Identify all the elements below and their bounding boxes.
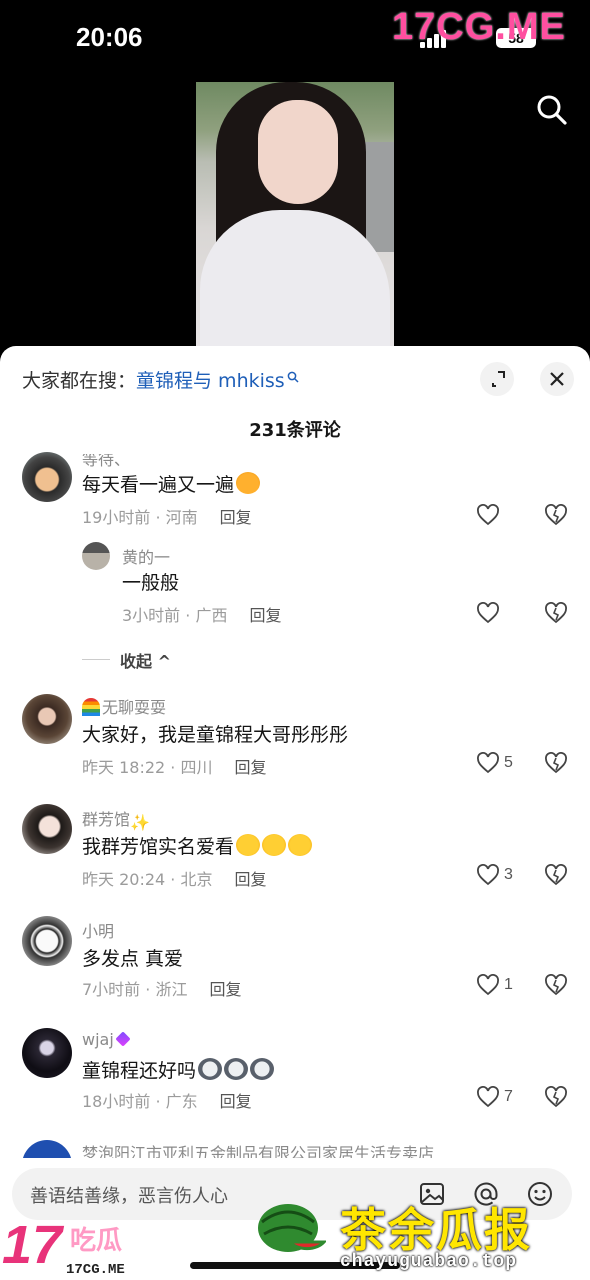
comment-meta: 3小时前 · 广西 回复 xyxy=(122,606,282,625)
comment-text: 每天看一遍又一遍 xyxy=(82,470,261,497)
reply-button[interactable]: 回复 xyxy=(209,980,241,999)
comment-username[interactable]: wjaj xyxy=(82,1030,134,1049)
sparkles-emoji: ✨ xyxy=(130,813,150,832)
expand-icon[interactable] xyxy=(480,362,514,396)
husky-emoji xyxy=(198,1058,223,1080)
reply-button[interactable]: 回复 xyxy=(220,1092,252,1111)
comment-text: 一般般 xyxy=(122,572,180,594)
watermark-top: 17CG.ME xyxy=(392,6,566,48)
comment-username[interactable]: 小明 xyxy=(82,918,114,942)
broken-heart-icon[interactable] xyxy=(544,504,568,526)
reply-button[interactable]: 回复 xyxy=(220,508,252,527)
husky-emoji xyxy=(224,1058,249,1080)
rainbow-emoji xyxy=(82,698,100,716)
like-count: 7 xyxy=(504,1088,513,1105)
comment-count: 231条评论 xyxy=(249,420,341,441)
status-bar: 20:06 58 17CG.ME xyxy=(0,0,590,80)
video-thumbnail[interactable] xyxy=(196,82,394,348)
avatar[interactable] xyxy=(82,542,110,570)
star-struck-emoji xyxy=(236,472,261,494)
like-button[interactable]: 5 xyxy=(476,750,513,776)
like-button[interactable] xyxy=(476,600,500,626)
comment-username[interactable]: 黄的一 xyxy=(122,544,170,568)
avatar[interactable] xyxy=(22,1028,72,1078)
comment-username[interactable]: 无聊耍耍 xyxy=(82,694,166,718)
broken-heart-icon[interactable] xyxy=(544,864,568,886)
comment-text: 童锦程还好吗 xyxy=(82,1056,275,1083)
avatar[interactable] xyxy=(22,804,72,854)
hot-search[interactable]: 大家都在搜：童锦程与 mhkiss xyxy=(22,366,299,393)
comment-text: 我群芳馆实名爱看 xyxy=(82,832,313,859)
watermark-logo-left: 17 吃瓜 17CG.ME xyxy=(2,1215,125,1278)
comment-text: 大家好，我是童锦程大哥彤彤彤 xyxy=(82,724,349,746)
broken-heart-icon[interactable] xyxy=(544,1086,568,1108)
comment-meta: 18小时前 · 广东 回复 xyxy=(82,1092,252,1111)
comment-username[interactable]: 等待、 xyxy=(82,454,130,470)
heart-icon xyxy=(477,602,499,624)
reply-button[interactable]: 回复 xyxy=(234,870,266,889)
like-button[interactable] xyxy=(476,502,504,528)
avatar[interactable] xyxy=(22,694,72,744)
like-button[interactable]: 7 xyxy=(476,1084,513,1110)
dna-emoji xyxy=(115,1031,131,1047)
avatar[interactable] xyxy=(22,452,72,502)
like-button[interactable]: 3 xyxy=(476,862,513,888)
heart-icon xyxy=(477,974,499,996)
like-button[interactable]: 1 xyxy=(476,972,513,998)
tired-face-emoji xyxy=(288,834,313,856)
search-icon[interactable] xyxy=(534,92,570,128)
watermelon-icon xyxy=(258,1204,326,1252)
tired-face-emoji xyxy=(236,834,261,856)
broken-heart-icon[interactable] xyxy=(544,602,568,624)
broken-heart-icon[interactable] xyxy=(544,974,568,996)
husky-emoji xyxy=(250,1058,275,1080)
collapse-button[interactable]: 收起 ^ xyxy=(120,648,171,672)
heart-icon xyxy=(477,1086,499,1108)
watermark-logo-right: 茶余瓜报 chayuguabao.top xyxy=(254,1196,590,1280)
broken-heart-icon[interactable] xyxy=(544,752,568,774)
comment-item[interactable]: 等待、 每天看一遍又一遍 19小时前 · 河南 回复 xyxy=(0,446,590,536)
heart-icon xyxy=(477,864,499,886)
comment-item[interactable]: 无聊耍耍 大家好，我是童锦程大哥彤彤彤 昨天 18:22 · 四川 回复 5 xyxy=(0,692,590,792)
avatar[interactable] xyxy=(22,916,72,966)
comment-meta: 7小时前 · 浙江 回复 xyxy=(82,980,242,999)
close-icon[interactable] xyxy=(540,362,574,396)
comment-text: 多发点 真爱 xyxy=(82,948,184,970)
reply-button[interactable]: 回复 xyxy=(249,606,281,625)
comment-item[interactable]: 小明 多发点 真爱 7小时前 · 浙江 回复 1 xyxy=(0,916,590,1016)
mini-search-icon xyxy=(287,366,299,383)
comment-sheet: 大家都在搜：童锦程与 mhkiss 231条评论 等待、 每天看一遍又一遍 19… xyxy=(0,346,590,1280)
reply-button[interactable]: 回复 xyxy=(234,758,266,777)
hot-search-prefix: 大家都在搜： xyxy=(22,370,137,392)
comment-meta: 19小时前 · 河南 回复 xyxy=(82,508,252,527)
like-count: 5 xyxy=(504,754,513,771)
heart-icon xyxy=(477,752,499,774)
comment-meta: 昨天 20:24 · 北京 回复 xyxy=(82,870,267,889)
like-count: 1 xyxy=(504,976,513,993)
comment-username[interactable]: 群芳馆✨ xyxy=(82,806,150,832)
tired-face-emoji xyxy=(262,834,287,856)
like-count: 3 xyxy=(504,866,513,883)
comment-meta: 昨天 18:22 · 四川 回复 xyxy=(82,758,267,777)
status-time: 20:06 xyxy=(76,22,143,52)
sheet-header: 大家都在搜：童锦程与 mhkiss 231条评论 xyxy=(0,346,590,441)
chevron-up-icon: ^ xyxy=(157,652,171,671)
input-placeholder: 善语结善缘，恶言伤人心 xyxy=(30,1186,228,1207)
reply-item[interactable]: 黄的一 一般般 3小时前 · 广西 回复 xyxy=(0,540,590,630)
comment-item[interactable]: wjaj 童锦程还好吗 18小时前 · 广东 回复 7 xyxy=(0,1028,590,1128)
collapse-divider xyxy=(82,659,110,660)
comment-item[interactable]: 群芳馆✨ 我群芳馆实名爱看 昨天 20:24 · 北京 回复 3 xyxy=(0,804,590,904)
hot-search-keyword[interactable]: 童锦程与 mhkiss xyxy=(136,370,285,392)
heart-icon xyxy=(477,504,499,526)
